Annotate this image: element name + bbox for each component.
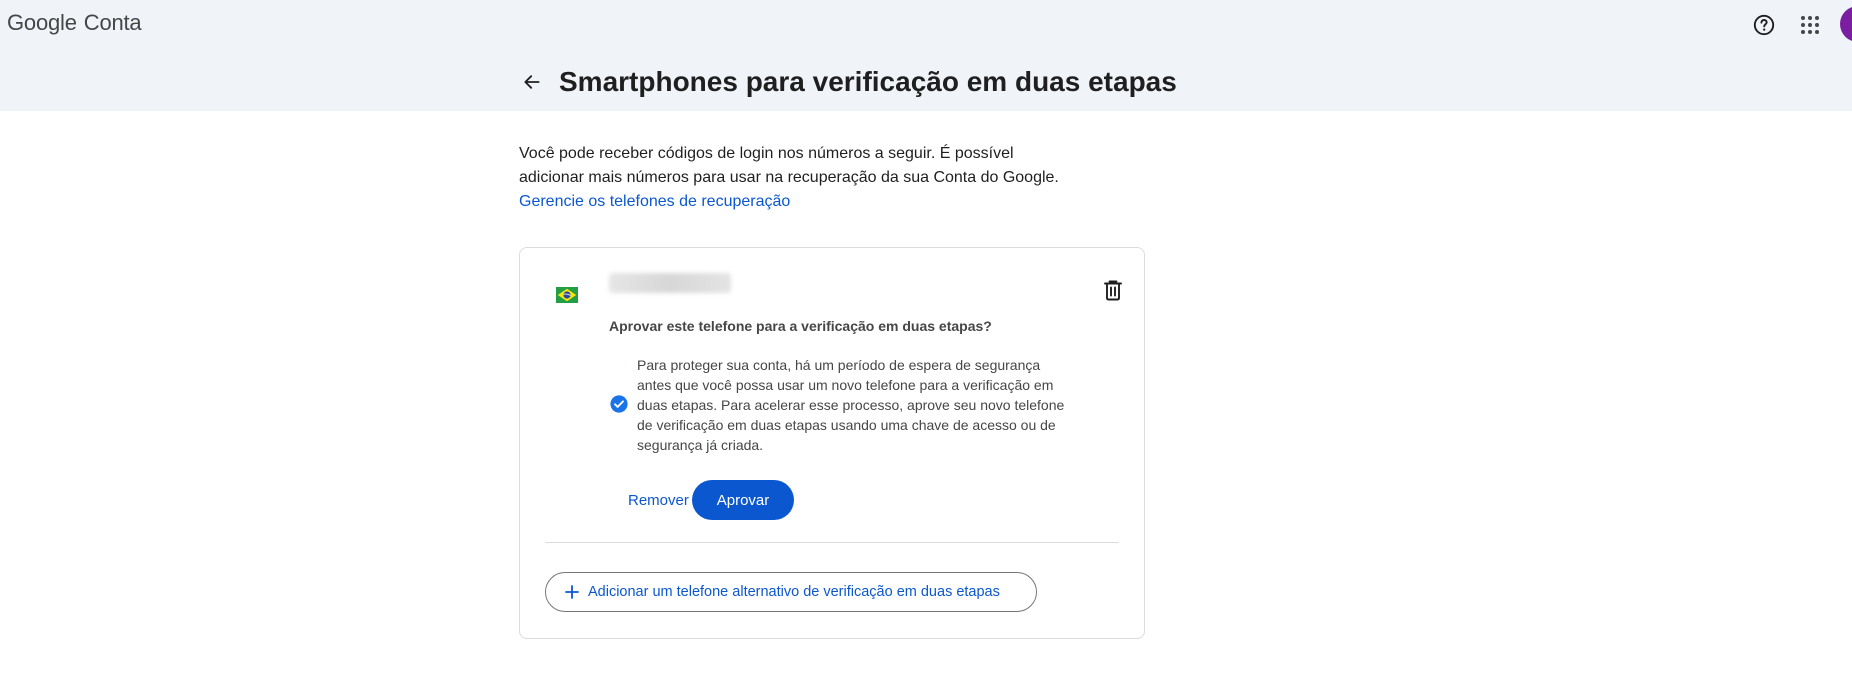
product-name: Conta (83, 10, 142, 35)
phone-number (609, 273, 731, 293)
verified-check-icon (610, 395, 628, 413)
delete-phone-button[interactable] (1096, 273, 1130, 307)
help-button[interactable] (1748, 9, 1780, 41)
add-alternate-phone-label: Adicionar um telefone alternativo de ver… (588, 584, 1000, 600)
card-divider (545, 542, 1119, 543)
manage-recovery-phones-link[interactable]: Gerencie os telefones de recuperação (519, 190, 790, 214)
arrow-left-icon (524, 75, 540, 89)
header-band: Google Conta Smartphones para verificaçã… (0, 0, 1852, 111)
intro-text: Você pode receber códigos de login nos n… (519, 145, 1059, 186)
account-avatar[interactable] (1840, 6, 1852, 42)
apps-grid-icon (1801, 16, 1819, 34)
trash-icon (1104, 280, 1122, 301)
google-wordmark: Google (7, 10, 77, 35)
remove-button[interactable]: Remover (616, 480, 701, 520)
approve-question: Aprovar este telefone para a verificação… (609, 318, 992, 334)
help-circle-icon (1753, 14, 1775, 36)
security-notice: Para proteger sua conta, há um período d… (637, 357, 1065, 453)
back-button[interactable] (516, 66, 548, 98)
phone-card: Aprovar este telefone para a verificação… (519, 247, 1145, 639)
approve-button[interactable]: Aprovar (692, 480, 794, 520)
brand-logo[interactable]: Google Conta (7, 10, 142, 40)
brazil-flag-icon (556, 287, 578, 303)
apps-button[interactable] (1794, 9, 1826, 41)
add-alternate-phone-button[interactable]: Adicionar um telefone alternativo de ver… (545, 572, 1037, 612)
page-title: Smartphones para verificação em duas eta… (559, 66, 1177, 97)
plus-icon (565, 585, 579, 599)
